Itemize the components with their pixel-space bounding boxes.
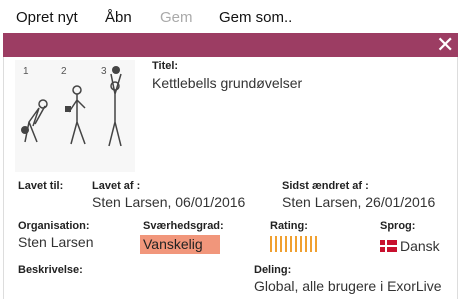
rating-bar — [315, 236, 317, 252]
title-label: Titel: — [152, 60, 179, 72]
rating-label: Rating: — [270, 220, 308, 232]
made-by-label: Lavet af : — [92, 180, 141, 192]
language-label: Sprog: — [380, 220, 416, 232]
sharing-value: Global, alle brugere i ExorLive — [254, 278, 442, 294]
made-by-value: Sten Larsen, 06/01/2016 — [92, 194, 246, 210]
organisation-label: Organisation: — [18, 220, 90, 232]
step-label: 1 — [23, 66, 29, 77]
difficulty-label: Sværhedsgrad: — [143, 220, 224, 232]
rating-bar — [310, 236, 312, 252]
rating-bar — [275, 236, 277, 252]
open-menu-item[interactable]: Åbn — [105, 9, 132, 26]
rating-bar — [305, 236, 307, 252]
rating-bar — [270, 236, 272, 252]
step-label: 3 — [101, 66, 107, 77]
description-label: Beskrivelse: — [18, 264, 83, 276]
step-label: 2 — [61, 66, 67, 77]
rating-bar — [280, 236, 282, 252]
exercise-thumbnail: 1 2 3 — [15, 60, 135, 172]
menu-bar: Opret nyt Åbn Gem Gem som.. — [0, 0, 458, 33]
difficulty-badge: Vanskelig — [140, 235, 220, 254]
rating-bars — [270, 236, 317, 252]
last-changed-value: Sten Larsen, 26/01/2016 — [282, 194, 436, 210]
new-menu-item[interactable]: Opret nyt — [16, 9, 78, 26]
sharing-label: Deling: — [254, 264, 292, 276]
save-as-menu-item[interactable]: Gem som.. — [219, 9, 292, 26]
last-changed-label: Sidst ændret af : — [282, 180, 369, 192]
kettlebell-illustration: 1 2 3 — [21, 66, 122, 147]
rating-bar — [290, 236, 292, 252]
dialog-header: ✕ — [3, 33, 458, 57]
close-icon[interactable]: ✕ — [436, 34, 454, 56]
rating-bar — [300, 236, 302, 252]
rating-bar — [285, 236, 287, 252]
made-for-label: Lavet til: — [18, 180, 64, 192]
language-value: Dansk — [400, 238, 440, 254]
rating-bar — [295, 236, 297, 252]
organisation-value: Sten Larsen — [18, 234, 94, 250]
save-menu-item[interactable]: Gem — [160, 9, 193, 26]
danish-flag-icon — [380, 240, 397, 252]
title-value: Kettlebells grundøvelser — [152, 75, 303, 91]
